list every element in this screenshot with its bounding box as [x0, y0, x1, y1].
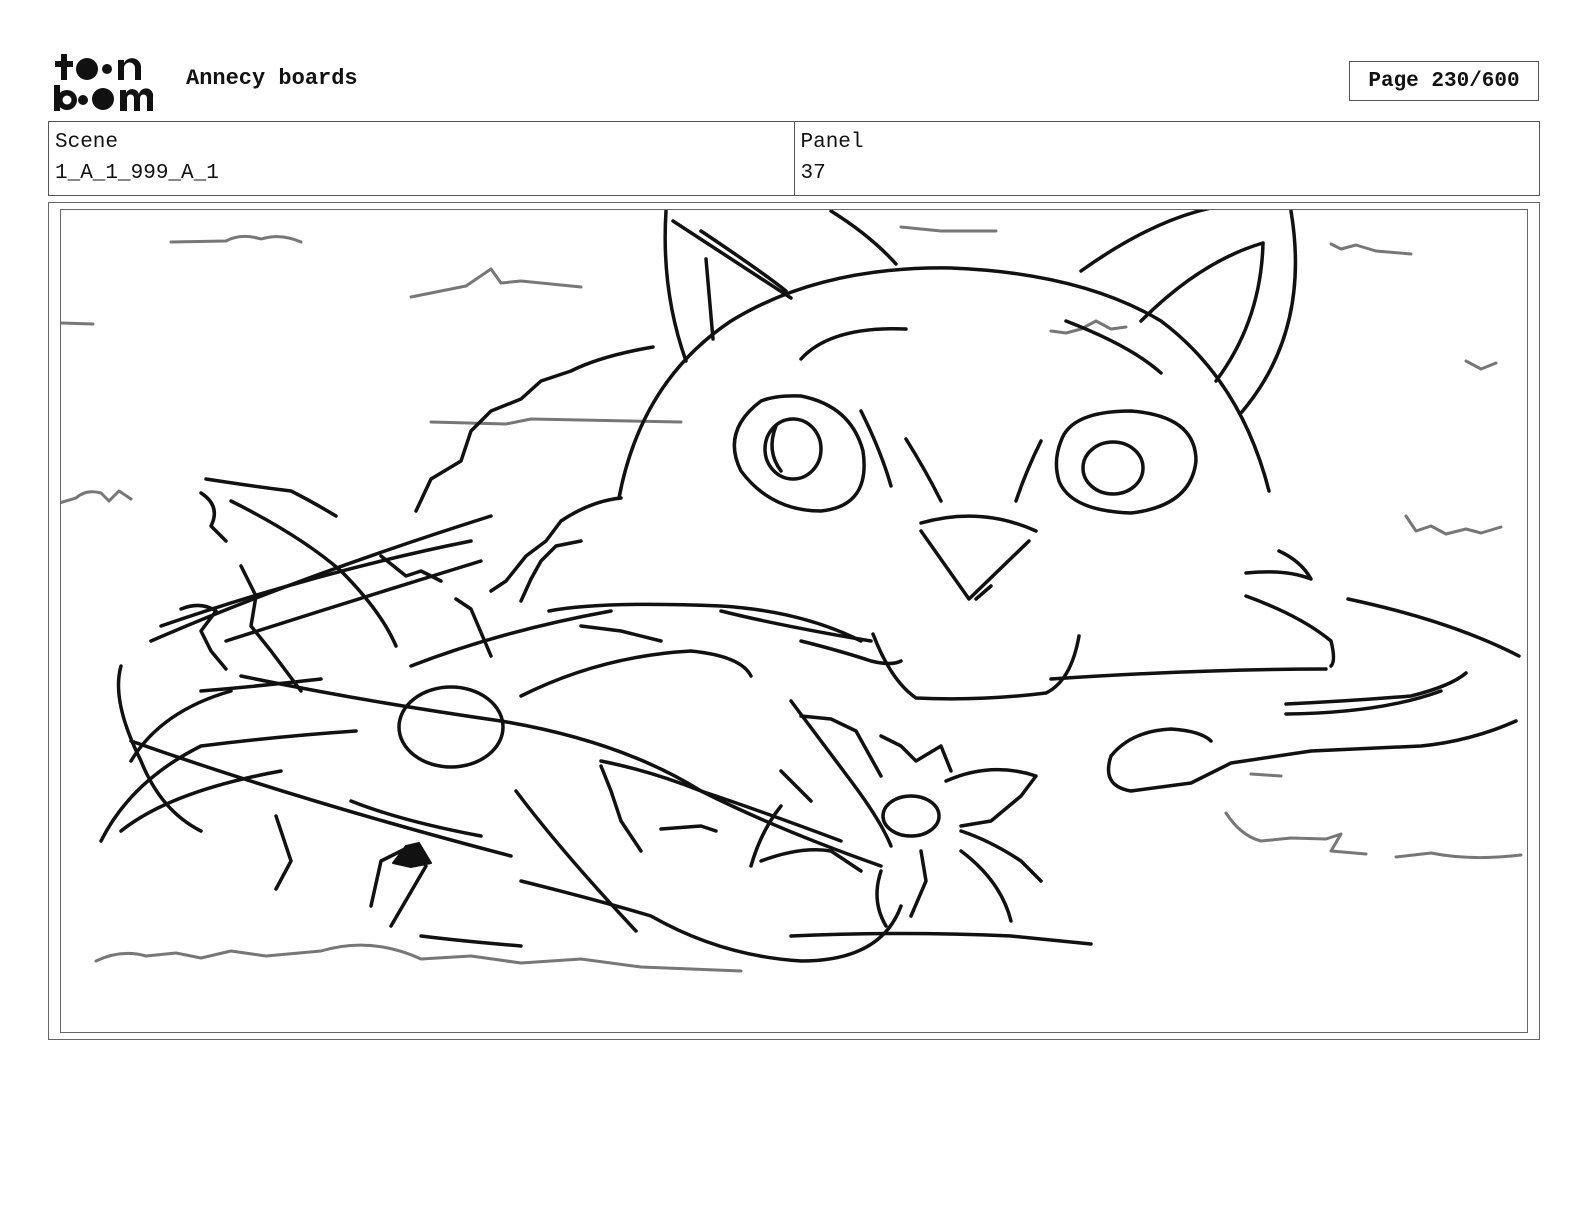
- panel-cell: Panel 37: [793, 122, 1540, 195]
- panel-frame: [60, 209, 1528, 1033]
- project-title: Annecy boards: [186, 66, 358, 91]
- shadow-blob: [392, 842, 432, 868]
- scene-label: Scene: [55, 131, 119, 154]
- water-ripple-strokes: [61, 225, 1523, 973]
- scene-value: 1_A_1_999_A_1: [55, 162, 219, 185]
- page-indicator: Page 230/600: [1349, 61, 1539, 101]
- scene-cell: Scene 1_A_1_999_A_1: [49, 122, 794, 195]
- scene-panel-info: Scene 1_A_1_999_A_1 Panel 37: [48, 121, 1540, 196]
- panel-label: Panel: [800, 131, 864, 154]
- panel-value: 37: [800, 162, 826, 185]
- toon-boom-logo: [52, 52, 164, 112]
- cat-line-art: [99, 210, 1521, 963]
- storyboard-sketch: [61, 210, 1523, 973]
